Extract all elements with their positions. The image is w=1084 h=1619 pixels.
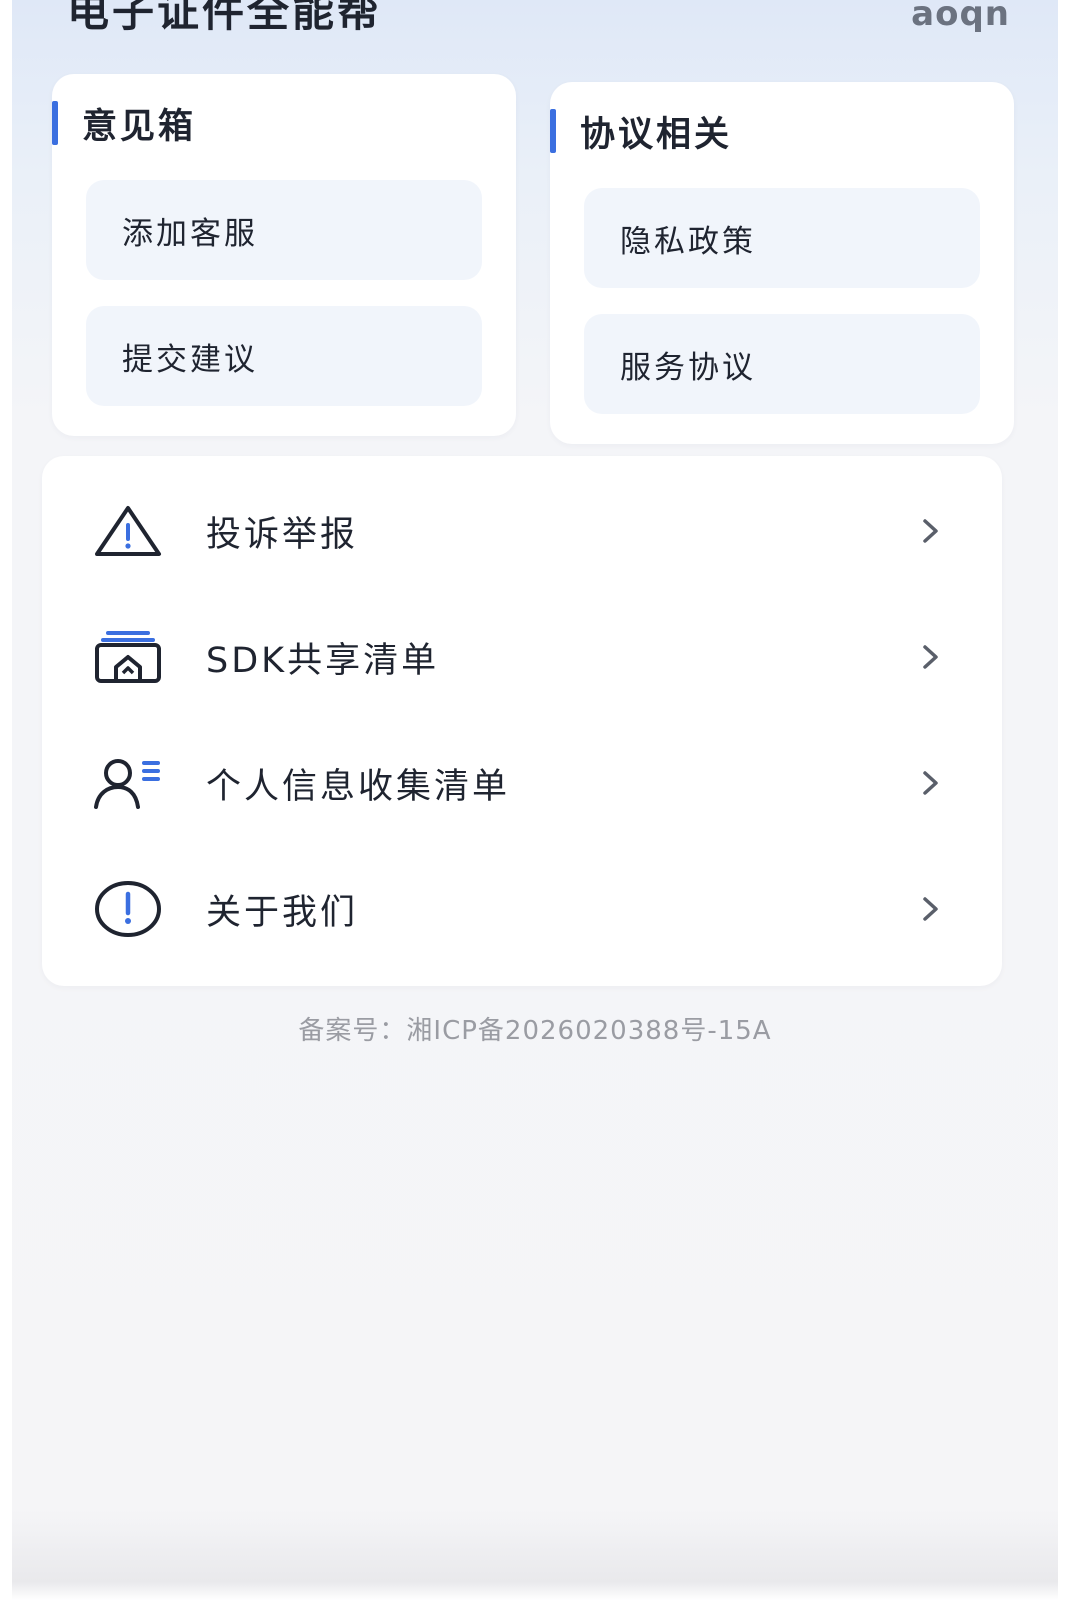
menu-item-label: SDK共享清单 (206, 640, 440, 681)
agreement-card: 协议相关 隐私政策 服务协议 (550, 82, 1014, 444)
menu-item-complaint[interactable]: 投诉举报 (42, 468, 1002, 594)
section-accent-bar (52, 101, 58, 145)
menu-item-sdk-list[interactable]: SDK共享清单 (42, 594, 1002, 720)
bottom-shadow (12, 1510, 1058, 1600)
menu-item-label: 投诉举报 (206, 514, 359, 555)
chevron-right-icon (923, 771, 938, 795)
share-list-icon (90, 627, 166, 687)
feedback-card: 意见箱 添加客服 提交建议 (52, 74, 516, 436)
privacy-policy-button[interactable]: 隐私政策 (584, 188, 980, 288)
menu-item-label: 关于我们 (206, 892, 359, 933)
feedback-card-header: 意见箱 (52, 98, 196, 148)
menu-list: 投诉举报 SDK共享清单 个人信息收集清单 关于我们 (42, 456, 1002, 986)
menu-item-personal-info-list[interactable]: 个人信息收集清单 (42, 720, 1002, 846)
chevron-right-icon (923, 519, 938, 543)
add-customer-service-button[interactable]: 添加客服 (86, 180, 482, 280)
warning-icon (90, 501, 166, 561)
chevron-right-icon (923, 897, 938, 921)
app-title: 电子证件全能帮 (67, 0, 383, 36)
icp-record-number: 备案号：湘ICP备2026020388号-15A (298, 1016, 772, 1046)
menu-item-about-us[interactable]: 关于我们 (42, 846, 1002, 972)
settings-screen: 电子证件全能帮 aoqn 意见箱 添加客服 提交建议 协议相关 隐私政策 服务协… (12, 0, 1058, 1600)
agreement-card-header: 协议相关 (550, 106, 732, 156)
feedback-card-title: 意见箱 (82, 106, 197, 147)
submit-suggestion-button[interactable]: 提交建议 (86, 306, 482, 406)
info-icon (90, 879, 166, 939)
section-accent-bar (550, 109, 556, 153)
user-name[interactable]: aoqn (911, 0, 1010, 34)
chevron-right-icon (923, 645, 938, 669)
menu-item-label: 个人信息收集清单 (206, 766, 511, 807)
user-list-icon (90, 753, 166, 813)
service-agreement-button[interactable]: 服务协议 (584, 314, 980, 414)
agreement-card-title: 协议相关 (580, 114, 733, 155)
